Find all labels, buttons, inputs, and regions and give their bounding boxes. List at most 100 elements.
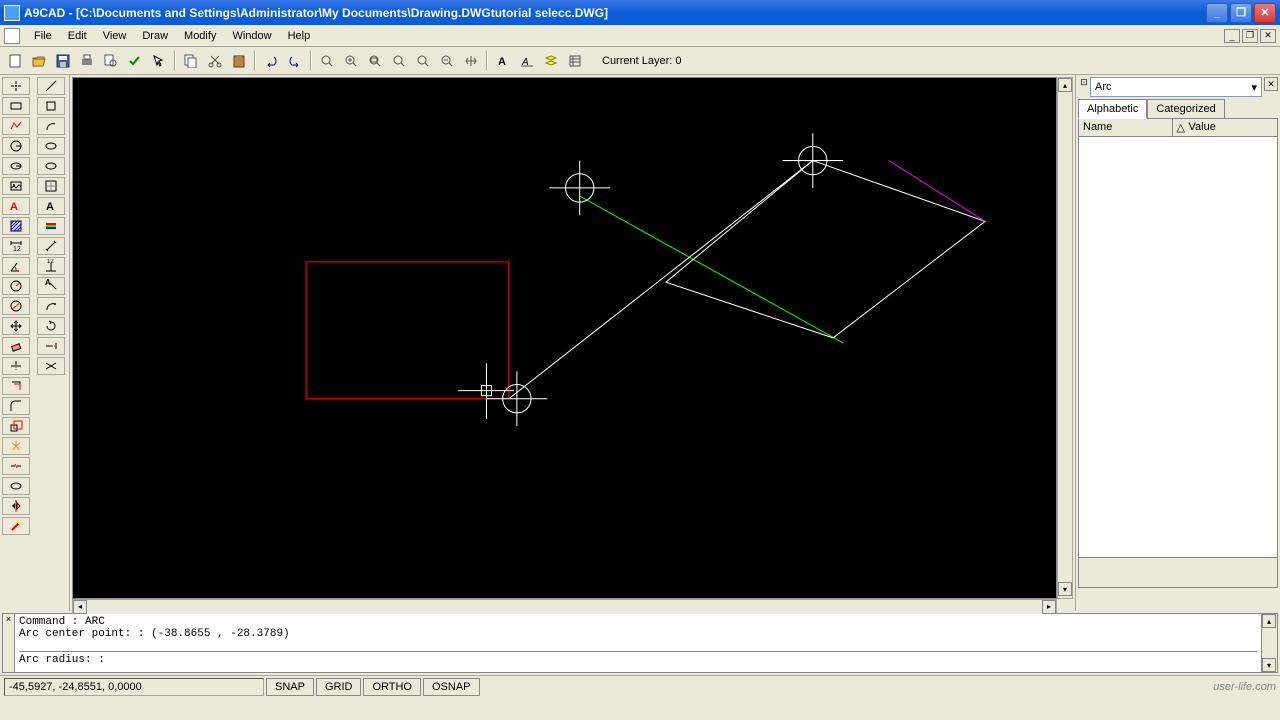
menu-draw[interactable]: Draw bbox=[134, 28, 176, 44]
scroll-right-button[interactable]: ▸ bbox=[1042, 600, 1056, 614]
leader-tool[interactable]: A bbox=[37, 277, 65, 295]
menu-file[interactable]: File bbox=[26, 28, 60, 44]
ortho-toggle[interactable]: ORTHO bbox=[363, 678, 421, 696]
point-tool[interactable] bbox=[2, 77, 30, 95]
tab-categorized[interactable]: Categorized bbox=[1147, 99, 1224, 119]
panel-close-button[interactable]: ✕ bbox=[1264, 77, 1278, 91]
line-tool[interactable] bbox=[37, 77, 65, 95]
mirror-tool[interactable] bbox=[2, 497, 30, 515]
join-tool[interactable] bbox=[37, 357, 65, 375]
dim-ordinate-tool[interactable]: 12 bbox=[37, 257, 65, 275]
select-button[interactable] bbox=[148, 50, 170, 72]
copy-button[interactable] bbox=[180, 50, 202, 72]
zoom-previous-button[interactable] bbox=[412, 50, 434, 72]
scroll-up-button[interactable]: ▴ bbox=[1262, 614, 1276, 628]
scroll-up-button[interactable]: ▴ bbox=[1058, 78, 1072, 92]
undo-button[interactable] bbox=[260, 50, 282, 72]
layers-button[interactable] bbox=[540, 50, 562, 72]
dim-radius-tool[interactable] bbox=[2, 277, 30, 295]
solid-tool[interactable] bbox=[37, 177, 65, 195]
menu-modify[interactable]: Modify bbox=[176, 28, 224, 44]
check-button[interactable] bbox=[124, 50, 146, 72]
menu-window[interactable]: Window bbox=[224, 28, 279, 44]
mdi-restore-button[interactable]: ❐ bbox=[1242, 29, 1258, 43]
menu-view[interactable]: View bbox=[95, 28, 135, 44]
gradient-tool[interactable] bbox=[37, 217, 65, 235]
match-prop-tool[interactable] bbox=[2, 517, 30, 535]
dim-angular-tool[interactable] bbox=[2, 257, 30, 275]
zoom-window-button[interactable] bbox=[364, 50, 386, 72]
extend-tool[interactable] bbox=[37, 337, 65, 355]
scale-tool[interactable] bbox=[2, 417, 30, 435]
tab-alphabetic[interactable]: Alphabetic bbox=[1078, 99, 1147, 119]
properties-panel: ⊡ Arc ▾ ✕ Alphabetic Categorized Name △ … bbox=[1075, 75, 1280, 611]
mdi-close-button[interactable]: ✕ bbox=[1260, 29, 1276, 43]
donut-tool[interactable] bbox=[37, 137, 65, 155]
paste-button[interactable] bbox=[228, 50, 250, 72]
scroll-down-button[interactable]: ▾ bbox=[1262, 658, 1276, 672]
drawing-canvas[interactable] bbox=[72, 77, 1057, 599]
dim-arc-tool[interactable] bbox=[37, 297, 65, 315]
command-window: × Command : ARC Arc center point: : (-38… bbox=[2, 613, 1278, 673]
fillet-tool[interactable] bbox=[2, 397, 30, 415]
object-type-dropdown[interactable]: Arc ▾ bbox=[1090, 77, 1262, 97]
circle-tool[interactable] bbox=[2, 137, 30, 155]
trim-tool[interactable] bbox=[2, 357, 30, 375]
panel-pin-icon[interactable]: ⊡ bbox=[1078, 77, 1090, 97]
rectangle-tool[interactable] bbox=[2, 97, 30, 115]
erase-tool[interactable] bbox=[2, 337, 30, 355]
menu-help[interactable]: Help bbox=[280, 28, 319, 44]
scroll-left-button[interactable]: ◂ bbox=[73, 600, 87, 614]
hatch-tool[interactable] bbox=[2, 217, 30, 235]
properties-grid[interactable]: Name △ Value bbox=[1078, 118, 1278, 558]
dim-diameter-tool[interactable] bbox=[2, 297, 30, 315]
text-tool[interactable]: A bbox=[37, 197, 65, 215]
zoom-in-button[interactable] bbox=[340, 50, 362, 72]
mtext-tool[interactable]: A bbox=[2, 197, 30, 215]
redo-button[interactable] bbox=[284, 50, 306, 72]
dim-style-button[interactable]: A bbox=[516, 50, 538, 72]
cut-button[interactable] bbox=[204, 50, 226, 72]
save-button[interactable] bbox=[52, 50, 74, 72]
dim-aligned-tool[interactable] bbox=[37, 237, 65, 255]
osnap-toggle[interactable]: OSNAP bbox=[423, 678, 480, 696]
copyclip-tool[interactable] bbox=[2, 477, 30, 495]
grid-toggle[interactable]: GRID bbox=[316, 678, 362, 696]
zoom-out-button[interactable] bbox=[436, 50, 458, 72]
explode-tool[interactable] bbox=[2, 437, 30, 455]
mdi-minimize-button[interactable]: _ bbox=[1224, 29, 1240, 43]
ellipse-tool[interactable] bbox=[2, 157, 30, 175]
command-prompt[interactable]: Arc radius: : bbox=[19, 654, 1257, 666]
maximize-button[interactable]: ❐ bbox=[1230, 3, 1252, 23]
text-style-button[interactable]: A bbox=[492, 50, 514, 72]
polyline-tool[interactable] bbox=[2, 117, 30, 135]
sort-icon[interactable]: △ bbox=[1173, 119, 1185, 136]
open-button[interactable] bbox=[28, 50, 50, 72]
break-tool[interactable] bbox=[2, 457, 30, 475]
close-button[interactable]: ✕ bbox=[1254, 3, 1276, 23]
horizontal-scrollbar[interactable]: ◂ ▸ bbox=[72, 599, 1057, 615]
offset-tool[interactable] bbox=[2, 377, 30, 395]
menu-edit[interactable]: Edit bbox=[60, 28, 95, 44]
command-scrollbar[interactable]: ▴ ▾ bbox=[1261, 614, 1277, 672]
zoom-all-button[interactable] bbox=[388, 50, 410, 72]
scroll-down-button[interactable]: ▾ bbox=[1058, 582, 1072, 596]
image-tool[interactable] bbox=[2, 177, 30, 195]
zoom-extents-button[interactable] bbox=[316, 50, 338, 72]
new-button[interactable] bbox=[4, 50, 26, 72]
spline-tool[interactable] bbox=[37, 157, 65, 175]
arc-tool[interactable] bbox=[37, 117, 65, 135]
print-button[interactable] bbox=[76, 50, 98, 72]
pan-button[interactable] bbox=[460, 50, 482, 72]
app-icon bbox=[4, 5, 20, 21]
vertical-scrollbar[interactable]: ▴ ▾ bbox=[1057, 77, 1073, 599]
command-close-button[interactable]: × bbox=[3, 614, 15, 672]
properties-button[interactable] bbox=[564, 50, 586, 72]
dim-linear-tool[interactable]: 12 bbox=[2, 237, 30, 255]
move-tool[interactable] bbox=[2, 317, 30, 335]
minimize-button[interactable]: _ bbox=[1206, 3, 1228, 23]
snap-toggle[interactable]: SNAP bbox=[266, 678, 314, 696]
print-preview-button[interactable] bbox=[100, 50, 122, 72]
polygon-tool[interactable] bbox=[37, 97, 65, 115]
rotate-tool[interactable] bbox=[37, 317, 65, 335]
